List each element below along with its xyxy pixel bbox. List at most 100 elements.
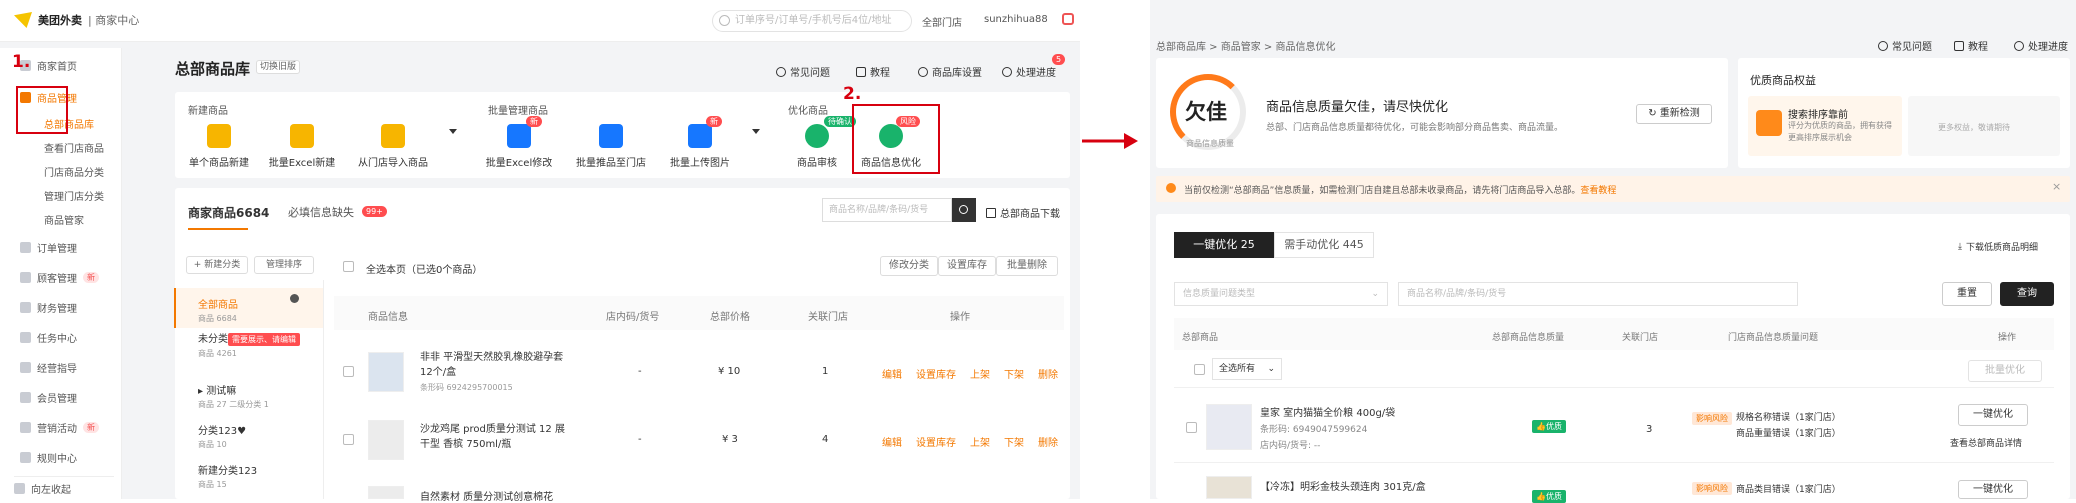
benefit1-desc: 评分为优质的商品，拥有获得更高排序展示机会 [1788,121,1892,142]
tab-merchant-products[interactable]: 商家商品6684 [188,204,269,221]
download-hq-products[interactable]: 总部商品下载 [986,205,1060,220]
query-button[interactable]: 查询 [2000,282,2054,306]
benefits-title: 优质商品权益 [1750,74,1816,87]
select-all-checkbox[interactable] [1194,364,1205,375]
print-icon[interactable] [1062,13,1074,25]
sidebar-item-rules[interactable]: 规则中心 [20,450,77,465]
shelf-off-link[interactable]: 下架 [1004,366,1024,381]
page-title: 总部商品库 [175,60,251,78]
thumb-up-icon: 👍 [1536,492,1546,501]
tool-import-from-store[interactable]: 从门店导入商品 [346,124,440,169]
product-barcode: 条形码 6924295700015 [420,383,513,392]
select-all-dropdown[interactable]: 全选所有 ⌄ [1212,358,1282,380]
sidebar-item-tasks[interactable]: 任务中心 [20,330,77,345]
issue-type-select[interactable]: 信息质量问题类型 ⌄ [1174,282,1388,306]
set-stock-link[interactable]: 设置库存 [916,366,956,381]
view-detail-link[interactable]: 查看总部商品详情 [1950,436,2022,449]
tool-single-create[interactable]: 单个商品新建 [174,124,264,169]
tab-auto-optimize[interactable]: 一键优化 25 [1174,232,1274,258]
delete-link[interactable]: 删除 [1038,434,1058,449]
close-icon[interactable]: × [2052,180,2061,193]
shelf-off-link[interactable]: 下架 [1004,434,1024,449]
arrow-right-icon [1082,133,1138,149]
edit-link[interactable]: 编辑 [882,434,902,449]
row-checkbox[interactable] [343,366,354,377]
sidebar-item-members[interactable]: 会员管理 [20,390,77,405]
library-settings-link[interactable]: 商品库设置 [918,64,982,79]
shelf-on-link[interactable]: 上架 [970,366,990,381]
search-button[interactable] [952,198,976,222]
tutorial-link[interactable]: 教程 [1954,38,1988,53]
product-image [368,352,404,392]
category-new-123[interactable]: 新建分类123 商品 15 [198,462,257,490]
sidebar-item-finance[interactable]: 财务管理 [20,300,77,315]
chevron-down-icon[interactable] [752,129,760,134]
sidebar-item-product-steward[interactable]: 商品管家 [44,212,84,227]
tutorial-link[interactable]: 教程 [856,64,890,79]
download-low-quality[interactable]: ⤓ 下载低质商品明细 [1958,240,2038,254]
section-optimize: 优化商品 [788,106,828,117]
reset-button[interactable]: 重置 [1942,282,1992,306]
category-all[interactable]: 全部商品 商品 6684 [198,296,238,324]
tab-manual-optimize[interactable]: 需手动优化 445 [1274,232,1374,258]
set-stock-link[interactable]: 设置库存 [916,434,956,449]
one-click-optimize-button[interactable]: 一键优化 [1958,480,2028,499]
new-category-button[interactable]: + 新建分类 [186,256,248,274]
col-stores: 关联门店 [1622,333,1659,343]
breadcrumb: 总部商品库 > 商品管家 > 商品信息优化 [1156,42,1336,53]
bulk-optimize-button[interactable]: 批量优化 [1968,360,2042,382]
one-click-optimize-button[interactable]: 一键优化 [1958,404,2028,426]
sidebar-item-view-store-products[interactable]: 查看门店商品 [44,140,104,155]
product-search-input[interactable]: 商品名称/品牌/条码/货号 [822,198,952,222]
thumb-up-icon: 👍 [1536,422,1546,431]
products-panel [175,188,1070,499]
product-code: 店内码/货号: -- [1260,441,1321,451]
tool-batch-excel-create[interactable]: 批量Excel新建 [257,124,347,169]
select-all-row [1174,352,2054,388]
category-123[interactable]: 分类123♥ 商品 10 [198,422,246,450]
brand-logo[interactable]: 美团外卖 | 商家中心 [14,12,139,28]
view-tutorial-link[interactable]: 查看教程 [1580,186,1616,196]
recheck-button[interactable]: ↻ 重新检测 [1636,104,1712,124]
product-name: 沙龙鸡尾 prod质量分测试 12 展干型 香槟 750ml/瓶 [420,424,565,450]
category-test[interactable]: ▸ 测试嘛 商品 27 二级分类 1 [198,382,269,410]
progress-link[interactable]: 处理进度 [1002,64,1056,79]
faq-link[interactable]: 常见问题 [776,64,830,79]
sort-category-button[interactable]: 管理排序 [254,256,314,274]
store-selector[interactable]: 全部门店 [922,14,962,29]
delete-link[interactable]: 删除 [1038,366,1058,381]
tool-batch-excel-edit[interactable]: 批量Excel修改 [474,124,564,169]
progress-link[interactable]: 处理进度 [2014,38,2068,53]
chevron-down-icon[interactable] [449,129,457,134]
chevron-down-icon: ⌄ [1267,364,1275,374]
product-price: ¥ 3 [722,434,738,445]
switch-old-version-button[interactable]: 切换旧版 [256,60,300,74]
sidebar-item-orders[interactable]: 订单管理 [20,240,77,255]
sidebar-item-marketing[interactable]: 营销活动新 [20,420,99,435]
sidebar-item-manage-categories[interactable]: 管理门店分类 [44,188,104,203]
quality-level: 欠佳 [1185,100,1227,124]
category-uncategorized[interactable]: 未分类 需要展示、请编辑 商品 4261 [198,330,300,359]
edit-link[interactable]: 编辑 [882,366,902,381]
tab-missing-info[interactable]: 必填信息缺失 [288,204,354,220]
product-filter-input[interactable]: 商品名称/品牌/条码/货号 [1398,282,1798,306]
sidebar-item-store-categories[interactable]: 门店商品分类 [44,164,104,179]
category-selected-bg [174,288,324,328]
collapse-sidebar[interactable]: 向左收起 [14,476,114,496]
user-menu[interactable]: sunzhihua88 [984,14,1048,25]
tool-push-to-stores[interactable]: 批量推品至门店 [563,124,659,169]
gear-icon[interactable] [290,294,299,303]
row-checkbox[interactable] [1186,422,1197,433]
order-search-input[interactable]: 订单序号/订单号/手机号后4位/地址 [712,10,912,32]
bulk-delete-button[interactable]: 批量删除 [996,256,1058,276]
sidebar-item-guidance[interactable]: 经营指导 [20,360,77,375]
edit-category-button[interactable]: 修改分类 [880,256,938,276]
sidebar-item-customers[interactable]: 顾客管理新 [20,270,99,285]
product-stores: 4 [822,434,829,445]
shelf-on-link[interactable]: 上架 [970,434,990,449]
faq-link[interactable]: 常见问题 [1878,38,1932,53]
row-checkbox[interactable] [343,434,354,445]
select-page-checkbox[interactable] [343,261,354,272]
tool-batch-upload-images[interactable]: 批量上传图片 [655,124,745,169]
set-stock-button[interactable]: 设置库存 [938,256,996,276]
